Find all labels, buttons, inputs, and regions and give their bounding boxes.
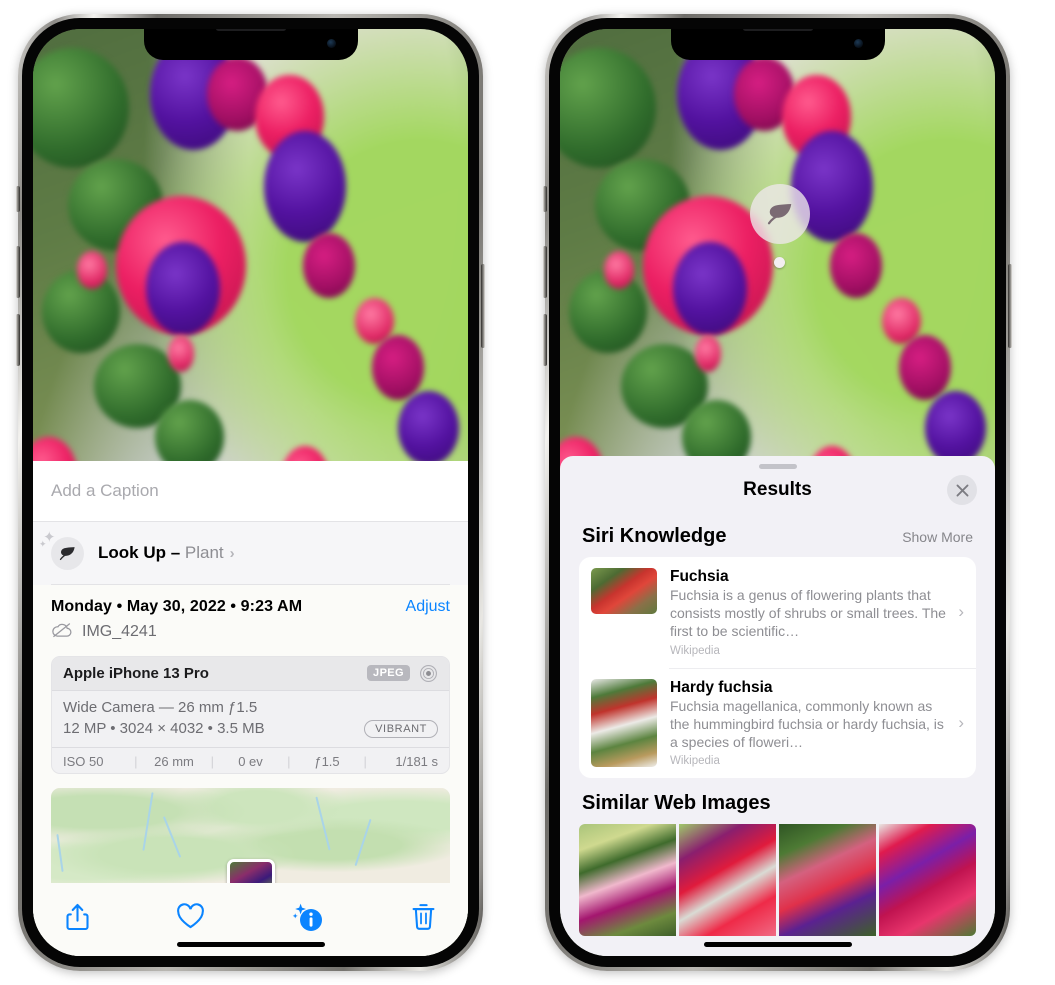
knowledge-source: Wikipedia	[670, 755, 720, 768]
exif-divider: |	[134, 753, 138, 769]
cloud-slash-icon	[51, 622, 73, 643]
share-icon[interactable]	[65, 902, 90, 937]
exif-device-name: Apple iPhone 13 Pro	[63, 664, 209, 682]
exif-lens-line: Wide Camera — 26 mm ƒ1.5	[63, 698, 258, 716]
knowledge-title: Fuchsia	[670, 568, 729, 585]
volume-down-button[interactable]	[16, 246, 20, 298]
photo-info-sheet: Add a Caption ✦ ✦ Look Up – Plant › Mond…	[33, 461, 468, 956]
trash-icon[interactable]	[411, 902, 436, 936]
leaf-icon: ✦ ✦	[39, 530, 84, 570]
power-button[interactable]	[1008, 264, 1012, 348]
mute-switch[interactable]	[543, 186, 547, 212]
list-item[interactable]: Hardy fuchsia Fuchsia magellanica, commo…	[579, 667, 976, 779]
exif-header: Apple iPhone 13 Pro JPEG	[52, 656, 449, 691]
exif-divider: |	[287, 753, 291, 769]
web-image-thumbnail[interactable]	[779, 824, 876, 937]
look-up-label: Look Up – Plant ›	[98, 543, 235, 563]
map-photo-pin[interactable]	[226, 858, 275, 883]
knowledge-description: Fuchsia magellanica, commonly known as t…	[670, 697, 944, 750]
home-indicator-left[interactable]	[176, 942, 325, 947]
mute-switch[interactable]	[16, 186, 20, 212]
exif-divider: |	[363, 753, 367, 769]
exif-shutter-speed: 1/181 s	[395, 753, 439, 769]
exif-footer: ISO 50 | 26 mm | 0 ev | ƒ1.5 | 1/181 s	[52, 746, 449, 774]
close-icon[interactable]	[947, 475, 977, 505]
knowledge-thumbnail	[591, 568, 657, 614]
chevron-right-icon: ›	[958, 602, 964, 622]
similar-web-images-header: Similar Web Images	[560, 778, 995, 822]
notch-right	[670, 29, 885, 60]
phone-bezel-right: Results Siri Knowledge Show More Fuchsia…	[549, 18, 1006, 967]
exif-divider: |	[210, 753, 214, 769]
front-camera-icon	[326, 39, 336, 48]
notch-left	[143, 29, 358, 60]
power-button[interactable]	[481, 264, 485, 348]
phone-bezel-left: Add a Caption ✦ ✦ Look Up – Plant › Mond…	[22, 18, 479, 967]
info-sparkle-icon[interactable]	[291, 901, 325, 938]
similar-web-images-strip	[560, 824, 995, 937]
caption-placeholder: Add a Caption	[51, 481, 159, 501]
home-indicator-right[interactable]	[703, 942, 852, 947]
results-title: Results	[743, 479, 812, 500]
knowledge-thumbnail	[591, 678, 657, 767]
photo-filename: IMG_4241	[82, 623, 157, 640]
chevron-right-icon: ›	[958, 713, 964, 733]
photographic-style-badge: VIBRANT	[364, 719, 438, 738]
volume-up-button[interactable]	[543, 314, 547, 366]
photo-date: Monday • May 30, 2022 • 9:23 AM	[51, 597, 303, 615]
list-item[interactable]: Fuchsia Fuchsia is a genus of flowering …	[579, 557, 976, 668]
knowledge-title: Hardy fuchsia	[670, 678, 773, 696]
show-more-button[interactable]: Show More	[902, 529, 973, 545]
format-badge: JPEG	[367, 665, 410, 681]
siri-knowledge-header: Siri Knowledge Show More	[560, 511, 995, 557]
look-up-row[interactable]: ✦ ✦ Look Up – Plant ›	[33, 522, 468, 585]
visual-lookup-anchor-dot	[774, 257, 785, 268]
exif-aperture: ƒ1.5	[314, 753, 340, 769]
screen-left: Add a Caption ✦ ✦ Look Up – Plant › Mond…	[33, 29, 468, 956]
exif-focal-length: 26 mm	[154, 753, 194, 769]
results-sheet: Results Siri Knowledge Show More Fuchsia…	[560, 456, 995, 956]
heart-icon[interactable]	[176, 903, 205, 935]
knowledge-source: Wikipedia	[670, 644, 720, 657]
photo-metadata: Monday • May 30, 2022 • 9:23 AM Adjust I…	[33, 585, 468, 643]
sparkle-small-icon: ✦	[39, 538, 47, 549]
volume-down-button[interactable]	[543, 246, 547, 298]
location-map[interactable]	[51, 788, 450, 883]
earpiece-speaker	[742, 29, 813, 31]
exif-card[interactable]: Apple iPhone 13 Pro JPEG Wide Camera — 2…	[51, 655, 450, 775]
exif-specs-line: 12 MP • 3024 × 4032 • 3.5 MB	[63, 720, 265, 737]
volume-up-button[interactable]	[16, 314, 20, 366]
look-up-title: Look Up –	[98, 543, 185, 563]
earpiece-speaker	[215, 29, 286, 31]
siri-knowledge-card: Fuchsia Fuchsia is a genus of flowering …	[579, 557, 976, 779]
visual-lookup-leaf-icon[interactable]	[750, 184, 810, 244]
web-image-thumbnail[interactable]	[579, 824, 676, 937]
web-image-thumbnail[interactable]	[679, 824, 776, 937]
siri-knowledge-title: Siri Knowledge	[582, 525, 727, 547]
iphone-left: Add a Caption ✦ ✦ Look Up – Plant › Mond…	[16, 14, 485, 971]
screenshot-stage: Add a Caption ✦ ✦ Look Up – Plant › Mond…	[0, 0, 1055, 985]
similar-web-images-title: Similar Web Images	[582, 792, 771, 815]
aperture-icon	[419, 664, 438, 683]
exif-body: Wide Camera — 26 mm ƒ1.5 12 MP • 3024 × …	[52, 691, 449, 747]
chevron-right-icon: ›	[229, 545, 235, 563]
exif-exposure: 0 ev	[238, 753, 263, 769]
front-camera-icon	[853, 39, 863, 48]
adjust-button[interactable]: Adjust	[406, 598, 450, 616]
results-header: Results	[560, 469, 995, 511]
knowledge-description: Fuchsia is a genus of flowering plants t…	[670, 587, 946, 639]
caption-input[interactable]: Add a Caption	[33, 461, 468, 523]
exif-iso: ISO 50	[63, 753, 104, 769]
iphone-right: Results Siri Knowledge Show More Fuchsia…	[543, 14, 1012, 971]
look-up-subject: Plant	[184, 543, 224, 563]
screen-right: Results Siri Knowledge Show More Fuchsia…	[560, 29, 995, 956]
web-image-thumbnail[interactable]	[879, 824, 976, 937]
